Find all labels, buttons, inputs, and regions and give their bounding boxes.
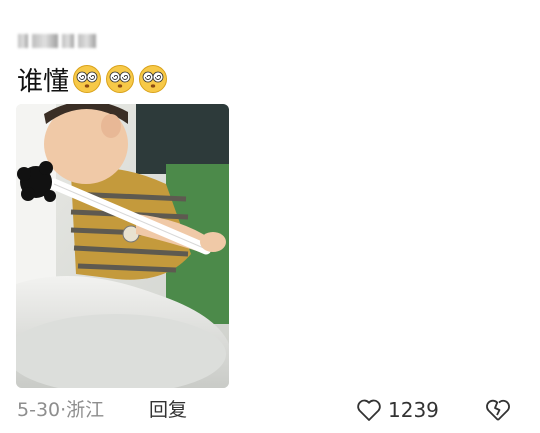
post-content: 谁懂 (17, 62, 168, 97)
blur-block (32, 34, 58, 48)
username-blurred[interactable] (18, 32, 96, 50)
heart-icon (357, 399, 381, 421)
like-count: 1239 (388, 398, 439, 422)
dizzy-eyes-emoji-icon (72, 64, 102, 94)
blur-block (78, 34, 96, 48)
post-text: 谁懂 (17, 66, 70, 97)
like-button[interactable]: 1239 (356, 395, 439, 425)
post-photo[interactable] (16, 104, 229, 388)
dizzy-eyes-emoji-icon (138, 64, 168, 94)
blur-block (18, 34, 28, 48)
broken-heart-icon[interactable] (485, 397, 511, 423)
reply-button[interactable]: 回复 (149, 395, 187, 425)
dizzy-eyes-emoji-icon (105, 64, 135, 94)
blur-block (62, 34, 74, 48)
post-meta: 5-30·浙江 (17, 399, 105, 421)
post-footer: 5-30·浙江 回复 1239 (0, 395, 540, 425)
